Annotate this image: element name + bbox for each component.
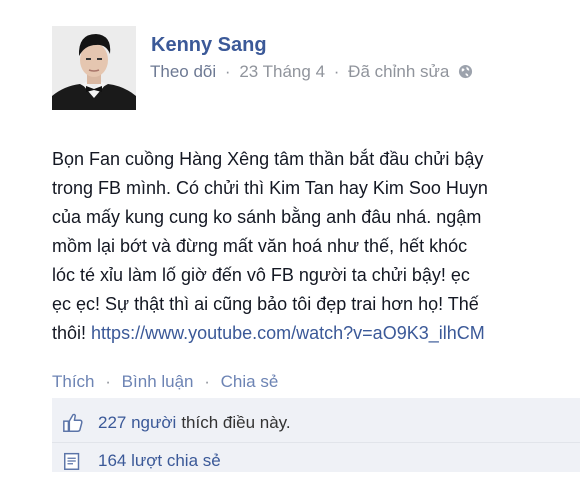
post-line: trong FB mình. Có chửi thì Kim Tan hay K…: [52, 178, 488, 198]
share-action[interactable]: Chia sẻ: [221, 372, 279, 391]
shares-row: 164 lượt chia sẻ: [52, 442, 580, 479]
action-separator: ·: [105, 372, 111, 391]
post-line: Bọn Fan cuồng Hàng Xêng tâm thần bắt đầu…: [52, 149, 484, 169]
profile-photo: [52, 26, 136, 110]
avatar[interactable]: [52, 26, 136, 110]
meta-separator: ·: [333, 62, 340, 81]
likes-text: thích điều này.: [181, 413, 291, 432]
post-meta: Theo dõi · 23 Tháng 4 · Đã chỉnh sửa: [150, 62, 473, 82]
youtube-link[interactable]: https://www.youtube.com/watch?v=aO9K3_il…: [91, 323, 485, 343]
like-action[interactable]: Thích: [52, 372, 95, 391]
globe-icon[interactable]: [458, 64, 473, 79]
post-line: của mấy kung cung ko sánh bằng anh đâu n…: [52, 207, 482, 227]
post-line: lóc té xỉu làm lố giờ đến vô FB người ta…: [52, 265, 470, 285]
post-line: thôi! https://www.youtube.com/watch?v=aO…: [52, 319, 572, 348]
post-text: thôi!: [52, 323, 87, 343]
thumbs-up-icon: [63, 413, 83, 432]
share-icon: [64, 452, 80, 470]
post-actions: Thích · Bình luận · Chia sẻ: [52, 372, 278, 392]
post-body: Bọn Fan cuồng Hàng Xêng tâm thần bắt đầu…: [52, 145, 572, 348]
meta-separator: ·: [224, 62, 231, 81]
likes-count-link[interactable]: 227 người: [98, 413, 176, 433]
stats-panel: 227 người thích điều này. 164 lượt chia …: [52, 398, 580, 472]
post-date[interactable]: 23 Tháng 4: [239, 62, 325, 81]
author-name[interactable]: Kenny Sang: [151, 34, 267, 57]
follow-link[interactable]: Theo dõi: [150, 62, 216, 81]
edited-label[interactable]: Đã chỉnh sửa: [348, 62, 449, 81]
comment-action[interactable]: Bình luận: [122, 372, 194, 391]
shares-count-link[interactable]: 164 lượt chia sẻ: [98, 451, 221, 471]
likes-row: 227 người thích điều này.: [52, 405, 580, 441]
post-line: ẹc ẹc! Sự thật thì ai cũng bảo tôi đẹp t…: [52, 294, 479, 314]
action-separator: ·: [204, 372, 210, 391]
post-line: mồm lại bớt và đừng mất văn hoá như thế,…: [52, 236, 468, 256]
